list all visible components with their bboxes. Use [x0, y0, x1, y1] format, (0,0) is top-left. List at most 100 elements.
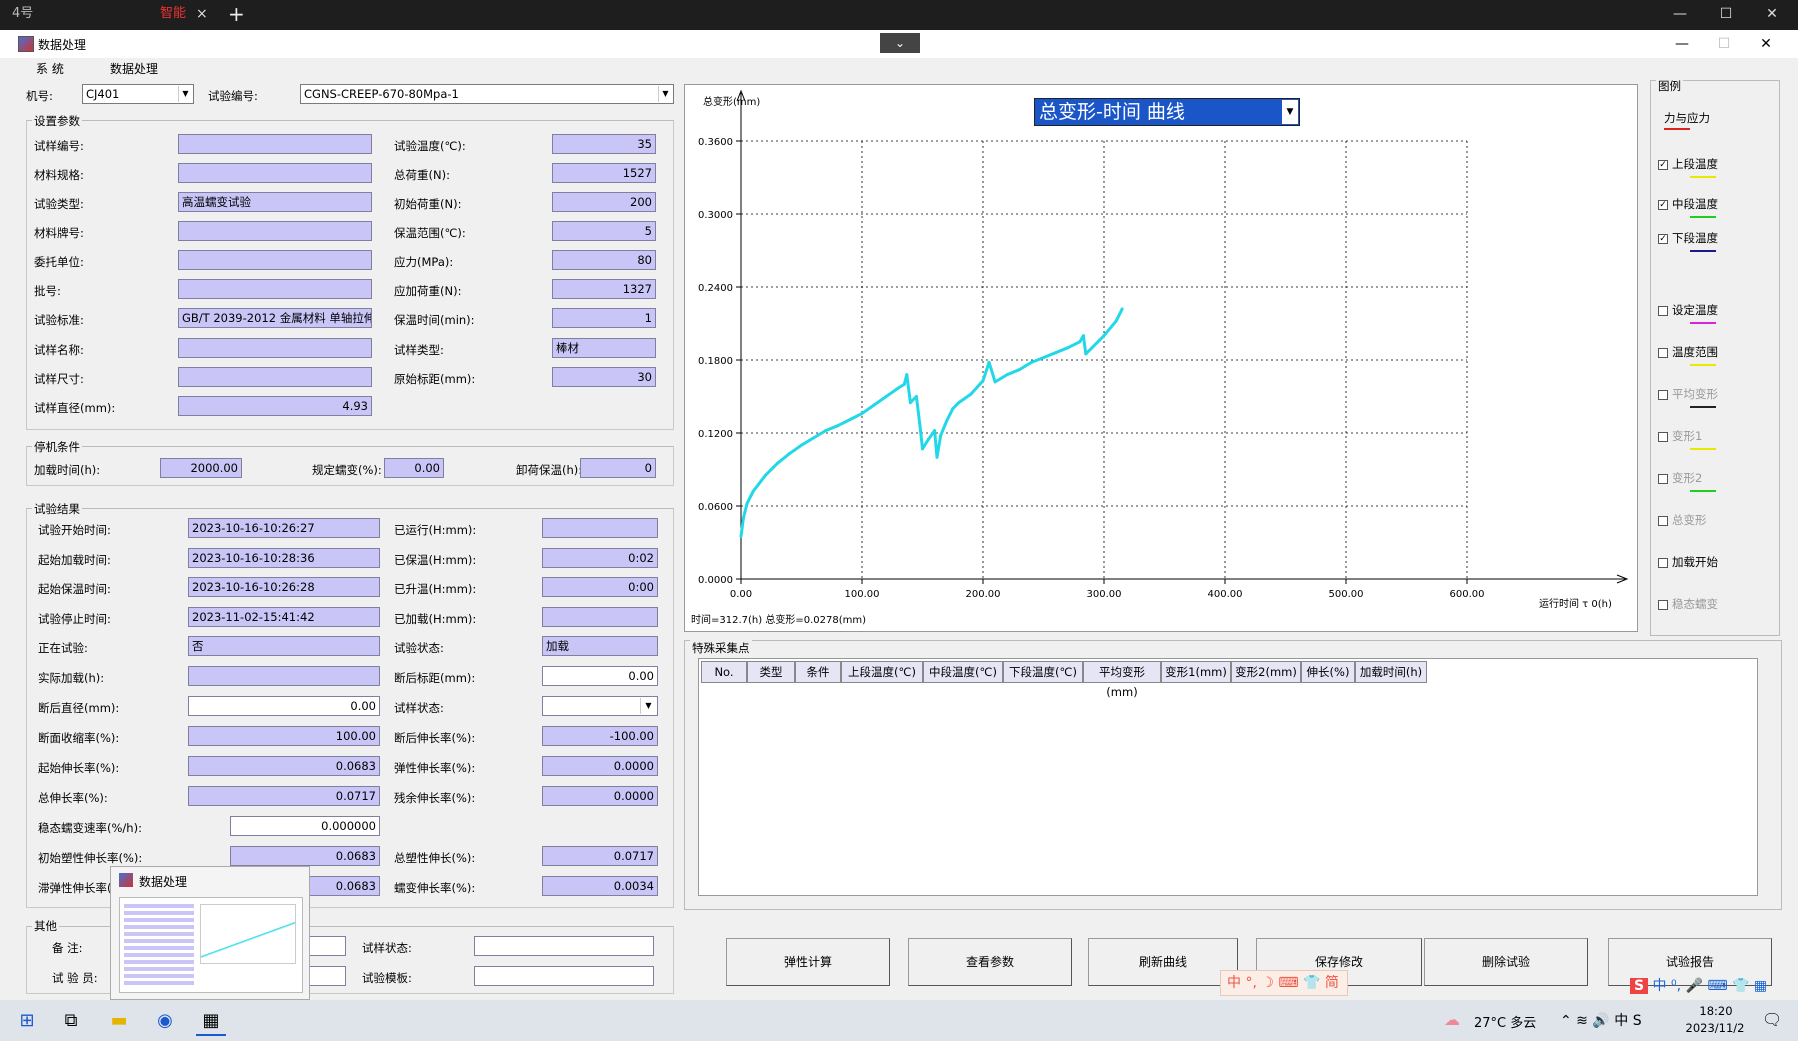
checkbox-icon[interactable]: ✓	[1658, 199, 1668, 210]
view-params-button[interactable]: 查看参数	[908, 938, 1072, 986]
file-explorer-icon[interactable]: ▬	[104, 1006, 134, 1036]
checkbox-icon[interactable]: ✓	[1658, 159, 1668, 170]
settings-field[interactable]	[178, 367, 372, 387]
result-field[interactable]	[188, 666, 380, 686]
settings-field[interactable]	[178, 221, 372, 241]
table-header-cell[interactable]: No.	[701, 661, 747, 683]
settings-field[interactable]	[178, 250, 372, 270]
settings-field[interactable]	[178, 134, 372, 154]
result-field[interactable]: 100.00	[188, 726, 380, 746]
task-view-icon[interactable]: ⧉	[56, 1006, 86, 1036]
checkbox-icon[interactable]	[1658, 515, 1668, 526]
checkbox-icon[interactable]	[1658, 305, 1668, 316]
table-header-cell[interactable]: 变形1(mm)	[1161, 661, 1231, 683]
legend-checkbox-item[interactable]: ✓ 上段温度	[1658, 156, 1718, 172]
table-header-cell[interactable]: 平均变形(mm)	[1083, 661, 1161, 699]
close-icon[interactable]: ✕	[1752, 2, 1792, 26]
checkbox-icon[interactable]	[1658, 557, 1668, 568]
window-minimize-icon[interactable]: —	[1662, 32, 1702, 56]
settings-field[interactable]: 高温蠕变试验	[178, 192, 372, 212]
tab-close-icon[interactable]: ×	[196, 0, 212, 28]
ime-toolbar[interactable]: S 中 ⁰, 🎤 ⌨ 👕 ▦	[1630, 974, 1798, 998]
window-close-icon[interactable]: ✕	[1746, 32, 1786, 56]
settings-field[interactable]: 30	[552, 367, 656, 387]
checkbox-icon[interactable]	[1658, 599, 1668, 610]
table-header-cell[interactable]: 变形2(mm)	[1231, 661, 1301, 683]
refresh-curve-button[interactable]: 刷新曲线	[1088, 938, 1238, 986]
settings-field[interactable]: 棒材	[552, 338, 656, 358]
special-points-table[interactable]: No. 类型 条件 上段温度(℃) 中段温度(℃) 下段温度(℃) 平均变形(mm) 变形1(…	[698, 658, 1758, 896]
table-header-cell[interactable]: 类型	[747, 661, 795, 683]
result-field[interactable]: 0.0717	[188, 786, 380, 806]
unload-field[interactable]: 0	[580, 458, 656, 478]
app-taskbar-icon[interactable]: ◉	[150, 1006, 180, 1036]
windows-start-icon[interactable]: ⊞	[12, 1006, 42, 1036]
checkbox-icon[interactable]: ✓	[1658, 233, 1668, 244]
elastic-calc-button[interactable]: 弹性计算	[726, 938, 890, 986]
sample-state-field[interactable]	[474, 936, 654, 956]
machine-select[interactable]: CJ401 ▼	[82, 84, 194, 104]
settings-field[interactable]	[178, 279, 372, 299]
table-header-cell[interactable]: 中段温度(℃)	[923, 661, 1003, 683]
init-plastic-field[interactable]: 0.0683	[230, 846, 380, 866]
legend-checkbox-item[interactable]: 温度范围	[1658, 344, 1718, 360]
legend-checkbox-item[interactable]: ✓ 中段温度	[1658, 196, 1718, 212]
result-field[interactable]: 0.0000	[542, 756, 658, 776]
ime-floating-bar[interactable]: 中 °, ☽ ⌨ 👕 简	[1220, 970, 1348, 996]
data-processing-taskbar-icon[interactable]: ▦	[196, 1006, 226, 1036]
result-field[interactable]: -100.00	[542, 726, 658, 746]
result-field[interactable]: 0.00	[188, 696, 380, 716]
creep-field[interactable]: 0.00	[384, 458, 444, 478]
settings-field[interactable]: 80	[552, 250, 656, 270]
chart-type-select[interactable]: 总变形-时间 曲线 ▼	[1034, 98, 1300, 126]
legend-checkbox-item[interactable]: ✓ 下段温度	[1658, 230, 1718, 246]
result-field[interactable]: 2023-10-16-10:26:28	[188, 577, 380, 597]
result-field[interactable]	[542, 607, 658, 627]
checkbox-icon[interactable]	[1658, 389, 1668, 400]
settings-field[interactable]: GB/T 2039-2012 金属材料 单轴拉伸蠕	[178, 308, 372, 328]
result-field[interactable]: 0.0000	[542, 786, 658, 806]
table-header-cell[interactable]: 加载时间(h)	[1355, 661, 1427, 683]
settings-field[interactable]: 4.93	[178, 396, 372, 416]
settings-field[interactable]: 1	[552, 308, 656, 328]
notification-icon[interactable]: 🗨	[1762, 1010, 1782, 1029]
settings-field[interactable]: 5	[552, 221, 656, 241]
result-field[interactable]: 0:00	[542, 577, 658, 597]
weather-text[interactable]: 27°C 多云	[1474, 1012, 1536, 1031]
minimize-icon[interactable]: —	[1660, 2, 1700, 26]
settings-field[interactable]: 35	[552, 134, 656, 154]
settings-field[interactable]	[178, 163, 372, 183]
template-field[interactable]	[474, 966, 654, 986]
result-field[interactable]: 0.0683	[188, 756, 380, 776]
chevron-down-icon[interactable]: ▼	[640, 698, 656, 714]
settings-field[interactable]: 1327	[552, 279, 656, 299]
test-no-select[interactable]: CGNS-CREEP-670-80Mpa-1 ▼	[300, 84, 674, 104]
table-header-cell[interactable]: 下段温度(℃)	[1003, 661, 1083, 683]
legend-checkbox-item[interactable]: 设定温度	[1658, 302, 1718, 318]
legend-checkbox-item[interactable]: 加载开始	[1658, 554, 1718, 570]
checkbox-icon[interactable]	[1658, 347, 1668, 358]
chevron-down-icon[interactable]: ⌄	[880, 33, 920, 53]
result-field[interactable]: 0.00	[542, 666, 658, 686]
result-field[interactable]: 0:02	[542, 548, 658, 568]
creep-elong-field[interactable]: 0.0034	[542, 876, 658, 896]
steady-rate-field[interactable]: 0.000000	[230, 816, 380, 836]
settings-field[interactable]	[178, 338, 372, 358]
maximize-icon[interactable]: ☐	[1706, 2, 1746, 26]
table-header-cell[interactable]: 上段温度(℃)	[841, 661, 923, 683]
settings-field[interactable]: 200	[552, 192, 656, 212]
result-field[interactable]: 加载	[542, 636, 658, 656]
table-header-cell[interactable]: 伸长(%)	[1301, 661, 1355, 683]
new-tab-button[interactable]: +	[228, 0, 248, 28]
total-plastic-field[interactable]: 0.0717	[542, 846, 658, 866]
result-field[interactable]: 2023-10-16-10:28:36	[188, 548, 380, 568]
result-field[interactable]: 否	[188, 636, 380, 656]
result-field[interactable]	[542, 518, 658, 538]
menu-system[interactable]: 系 统	[36, 60, 64, 77]
delete-test-button[interactable]: 删除试验	[1424, 938, 1588, 986]
clock-time[interactable]: 18:20	[1686, 1004, 1746, 1018]
checkbox-icon[interactable]	[1658, 473, 1668, 484]
table-header-cell[interactable]: 条件	[795, 661, 841, 683]
clock-date[interactable]: 2023/11/2	[1680, 1021, 1750, 1035]
menu-data-processing[interactable]: 数据处理	[110, 60, 158, 77]
